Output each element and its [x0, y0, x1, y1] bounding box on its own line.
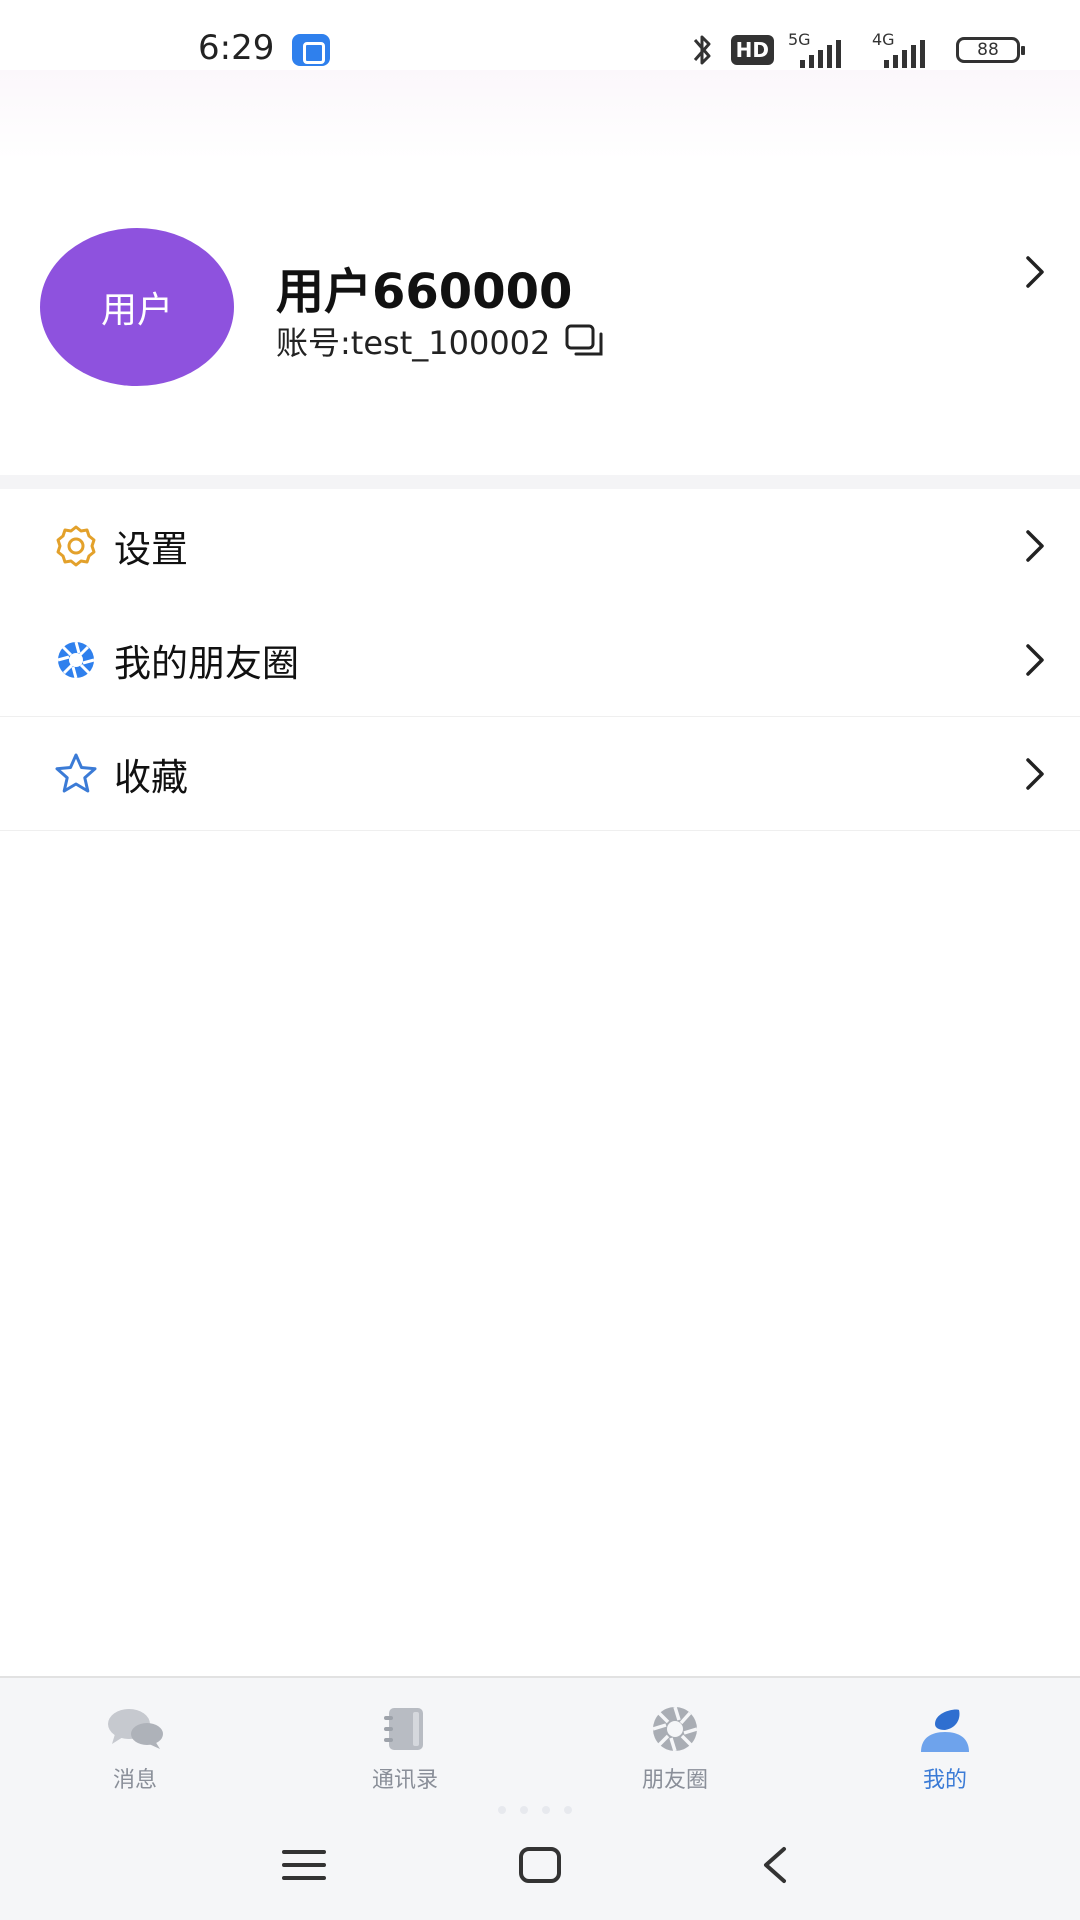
tab-label: 消息: [112, 1768, 157, 1793]
profile-name: 用户660000: [276, 264, 573, 320]
gear-icon: [56, 525, 96, 567]
tab-messages[interactable]: 消息: [0, 1678, 270, 1800]
menu-item-moments[interactable]: 我的朋友圈: [0, 603, 1080, 717]
menu-item-favorites[interactable]: 收藏: [0, 717, 1080, 831]
tab-me[interactable]: 我的: [810, 1678, 1080, 1800]
status-indicators: HD 5G 4G 88: [687, 28, 1025, 72]
home-icon[interactable]: [516, 1844, 564, 1886]
menu-item-label: 我的朋友圈: [114, 641, 299, 685]
bluetooth-icon: [693, 35, 711, 65]
page-indicator: [498, 1806, 572, 1814]
tab-label: 我的: [922, 1768, 967, 1793]
menu-item-label: 收藏: [114, 755, 188, 799]
tab-label: 朋友圈: [641, 1768, 708, 1793]
account-row: 账号:test_100002: [276, 318, 606, 364]
battery-icon: 88: [956, 37, 1025, 63]
aperture-icon: [652, 1706, 698, 1752]
tab-moments[interactable]: 朋友圈: [540, 1678, 810, 1800]
section-divider: [0, 475, 1080, 489]
copy-icon[interactable]: [564, 323, 606, 359]
chevron-right-icon: [1026, 530, 1044, 562]
status-time: 6:29: [198, 28, 275, 68]
menu-item-label: 设置: [114, 528, 188, 571]
hd-badge: HD: [730, 35, 774, 65]
account-id: 账号:test_100002: [276, 324, 551, 362]
person-icon: [921, 1709, 969, 1752]
menu-icon[interactable]: [280, 1844, 328, 1886]
tab-contacts[interactable]: 通讯录: [270, 1678, 540, 1800]
profile-card[interactable]: 用户 用户660000 账号:test_100002: [0, 160, 1080, 475]
chevron-right-icon: [1026, 643, 1044, 676]
chat-bubbles-icon: [108, 1709, 163, 1749]
back-icon[interactable]: [752, 1844, 800, 1886]
signal-icon: 5G: [788, 30, 858, 70]
system-navigation-bar: [0, 1800, 1080, 1920]
menu-item-settings[interactable]: 设置: [0, 489, 1080, 603]
star-icon: [55, 753, 97, 792]
signal-icon-secondary: 4G: [872, 30, 942, 70]
chevron-right-icon[interactable]: [1020, 252, 1050, 292]
header-background: [0, 70, 1080, 160]
tab-label: 通讯录: [371, 1768, 438, 1793]
chevron-right-icon: [1026, 757, 1044, 790]
bottom-tab-bar: 消息 通讯录 朋友圈 我的: [0, 1676, 1080, 1800]
moments-icon: [57, 641, 95, 678]
contacts-book-icon: [384, 1708, 423, 1750]
avatar[interactable]: 用户: [40, 228, 234, 386]
app-notification-icon: [292, 34, 330, 66]
menu-list: 设置 我的朋友圈 收藏: [0, 489, 1080, 831]
